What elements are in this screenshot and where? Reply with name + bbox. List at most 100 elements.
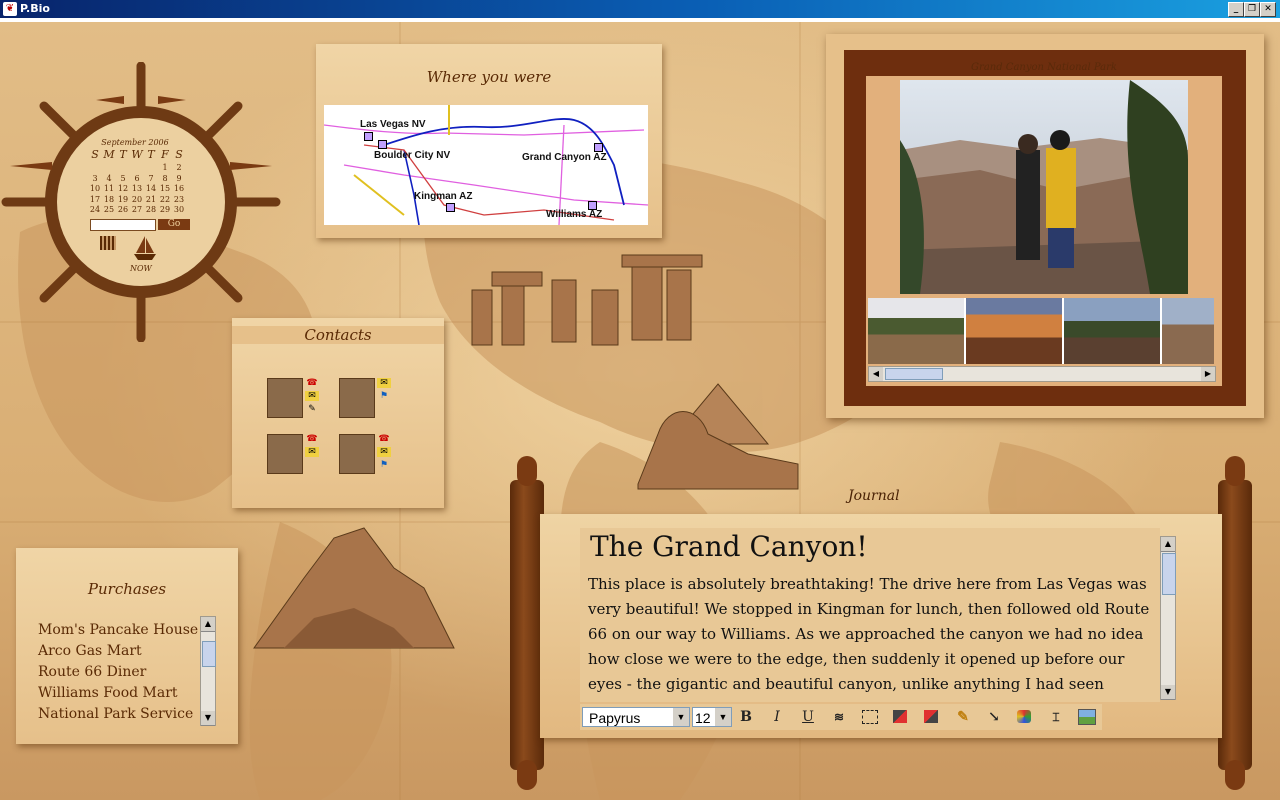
font-family-select[interactable]: Papyrus ▼ xyxy=(582,707,690,727)
bold-icon[interactable]: B xyxy=(734,706,758,728)
calendar-day[interactable]: 23 xyxy=(172,195,186,206)
scroll-thumb[interactable] xyxy=(1162,553,1176,595)
calendar-day[interactable]: 28 xyxy=(144,205,158,216)
calendar-day[interactable]: 19 xyxy=(116,195,130,206)
strikethrough-icon[interactable]: ≋ xyxy=(827,706,851,728)
calendar-day[interactable]: 27 xyxy=(130,205,144,216)
map-marker[interactable] xyxy=(364,132,373,141)
scroll-up-arrow-icon[interactable]: ▲ xyxy=(201,617,215,632)
calendar-day[interactable]: 4 xyxy=(102,174,116,185)
underline-icon[interactable]: U xyxy=(796,706,820,728)
date-input[interactable] xyxy=(90,219,156,231)
now-label[interactable]: NOW xyxy=(130,264,152,273)
thumbnail-strip[interactable] xyxy=(868,298,1214,364)
calendar-day[interactable]: 2 xyxy=(172,163,186,174)
map-marker[interactable] xyxy=(446,203,455,212)
ship-icon[interactable] xyxy=(130,234,160,262)
purchase-item[interactable]: Arco Gas Mart xyxy=(38,641,200,662)
calendar-day[interactable]: 15 xyxy=(158,184,172,195)
thumbnail[interactable] xyxy=(868,298,964,364)
purchase-item[interactable]: Williams Food Mart xyxy=(38,683,200,704)
pencil-icon[interactable]: ✎ xyxy=(951,706,975,728)
thumbnail[interactable] xyxy=(1162,298,1214,364)
insert-image-icon[interactable] xyxy=(1075,706,1099,728)
minimize-button[interactable]: _ xyxy=(1228,2,1244,17)
scroll-down-arrow-icon[interactable]: ▼ xyxy=(201,711,215,726)
contact-avatar[interactable] xyxy=(267,434,303,474)
main-photo[interactable] xyxy=(900,80,1188,294)
calendar-day[interactable]: 10 xyxy=(88,184,102,195)
email-icon[interactable]: ✉ xyxy=(305,447,319,457)
purchases-scrollbar[interactable]: ▲ ▼ xyxy=(200,616,216,726)
map-marker[interactable] xyxy=(588,201,597,210)
calendar-day[interactable]: 30 xyxy=(172,205,186,216)
contact-avatar[interactable] xyxy=(339,378,375,418)
highlight-color-icon[interactable] xyxy=(889,706,913,728)
email-icon[interactable]: ✉ xyxy=(377,447,391,457)
calendar-day[interactable]: 8 xyxy=(158,174,172,185)
map-marker[interactable] xyxy=(378,140,387,149)
font-size-select[interactable]: 12 ▼ xyxy=(692,707,732,727)
calendar-day[interactable]: 14 xyxy=(144,184,158,195)
calendar-day[interactable]: 20 xyxy=(130,195,144,206)
contact-avatar[interactable] xyxy=(267,378,303,418)
calendar-day[interactable]: 11 xyxy=(102,184,116,195)
thumbnail[interactable] xyxy=(966,298,1062,364)
thumbnail[interactable] xyxy=(1064,298,1160,364)
calendar-icon[interactable] xyxy=(100,236,116,250)
text-color-icon[interactable] xyxy=(920,706,944,728)
phone-icon[interactable]: ☎ xyxy=(305,378,319,388)
route-map[interactable]: Las Vegas NV Boulder City NV Grand Canyo… xyxy=(324,105,648,225)
calendar-day[interactable]: 6 xyxy=(130,174,144,185)
calendar-day[interactable]: 16 xyxy=(172,184,186,195)
purchase-item[interactable]: Mom's Pancake House xyxy=(38,620,200,641)
journal-body[interactable]: This place is absolutely breathtaking! T… xyxy=(588,572,1158,702)
scroll-thumb[interactable] xyxy=(885,368,943,380)
contact-avatar[interactable] xyxy=(339,434,375,474)
select-box-icon[interactable] xyxy=(858,706,882,728)
journal-title[interactable]: The Grand Canyon! xyxy=(590,530,868,563)
text-box-icon[interactable]: ⌶ xyxy=(1044,706,1068,728)
go-button[interactable]: Go xyxy=(158,219,190,230)
scroll-thumb[interactable] xyxy=(202,641,216,667)
italic-icon[interactable]: I xyxy=(765,706,789,728)
phone-icon[interactable]: ☎ xyxy=(377,434,391,444)
calendar-day[interactable]: 24 xyxy=(88,205,102,216)
email-icon[interactable]: ✉ xyxy=(305,391,319,401)
calendar-day[interactable]: 17 xyxy=(88,195,102,206)
calendar-day[interactable]: 18 xyxy=(102,195,116,206)
calendar-day[interactable]: 12 xyxy=(116,184,130,195)
purchase-item[interactable]: National Park Service xyxy=(38,704,200,725)
purchase-item[interactable]: Route 66 Diner xyxy=(38,662,200,683)
link-arrow-icon[interactable]: ↘ xyxy=(982,706,1006,728)
scroll-down-arrow-icon[interactable]: ▼ xyxy=(1161,685,1175,700)
calendar-day[interactable]: 13 xyxy=(130,184,144,195)
messenger-icon[interactable]: ⚑ xyxy=(377,460,391,470)
maximize-button[interactable]: ❐ xyxy=(1244,2,1260,17)
chevron-down-icon[interactable]: ▼ xyxy=(715,708,731,726)
close-button[interactable]: ✕ xyxy=(1260,2,1276,17)
calendar-day[interactable]: 9 xyxy=(172,174,186,185)
calendar-day[interactable]: 26 xyxy=(116,205,130,216)
calendar-day[interactable]: 29 xyxy=(158,205,172,216)
calendar-day[interactable]: 25 xyxy=(102,205,116,216)
chat-icon[interactable]: ✎ xyxy=(305,404,319,414)
color-palette-icon[interactable] xyxy=(1013,706,1037,728)
email-icon[interactable]: ✉ xyxy=(377,378,391,388)
journal-editor[interactable]: The Grand Canyon! This place is absolute… xyxy=(580,528,1160,702)
scroll-up-arrow-icon[interactable]: ▲ xyxy=(1161,537,1175,552)
calendar-day[interactable]: 22 xyxy=(158,195,172,206)
map-marker[interactable] xyxy=(594,143,603,152)
calendar-day[interactable]: 7 xyxy=(144,174,158,185)
scroll-right-arrow-icon[interactable]: ▶ xyxy=(1201,367,1215,381)
journal-scrollbar[interactable]: ▲ ▼ xyxy=(1160,536,1176,700)
thumbnail-scrollbar[interactable]: ◀ ▶ xyxy=(868,366,1216,382)
chevron-down-icon[interactable]: ▼ xyxy=(673,708,689,726)
calendar-day[interactable]: 3 xyxy=(88,174,102,185)
scroll-left-arrow-icon[interactable]: ◀ xyxy=(869,367,883,381)
messenger-icon[interactable]: ⚑ xyxy=(377,391,391,401)
calendar-day[interactable]: 1 xyxy=(158,163,172,174)
phone-icon[interactable]: ☎ xyxy=(305,434,319,444)
calendar-day[interactable]: 21 xyxy=(144,195,158,206)
calendar-day[interactable]: 5 xyxy=(116,174,130,185)
